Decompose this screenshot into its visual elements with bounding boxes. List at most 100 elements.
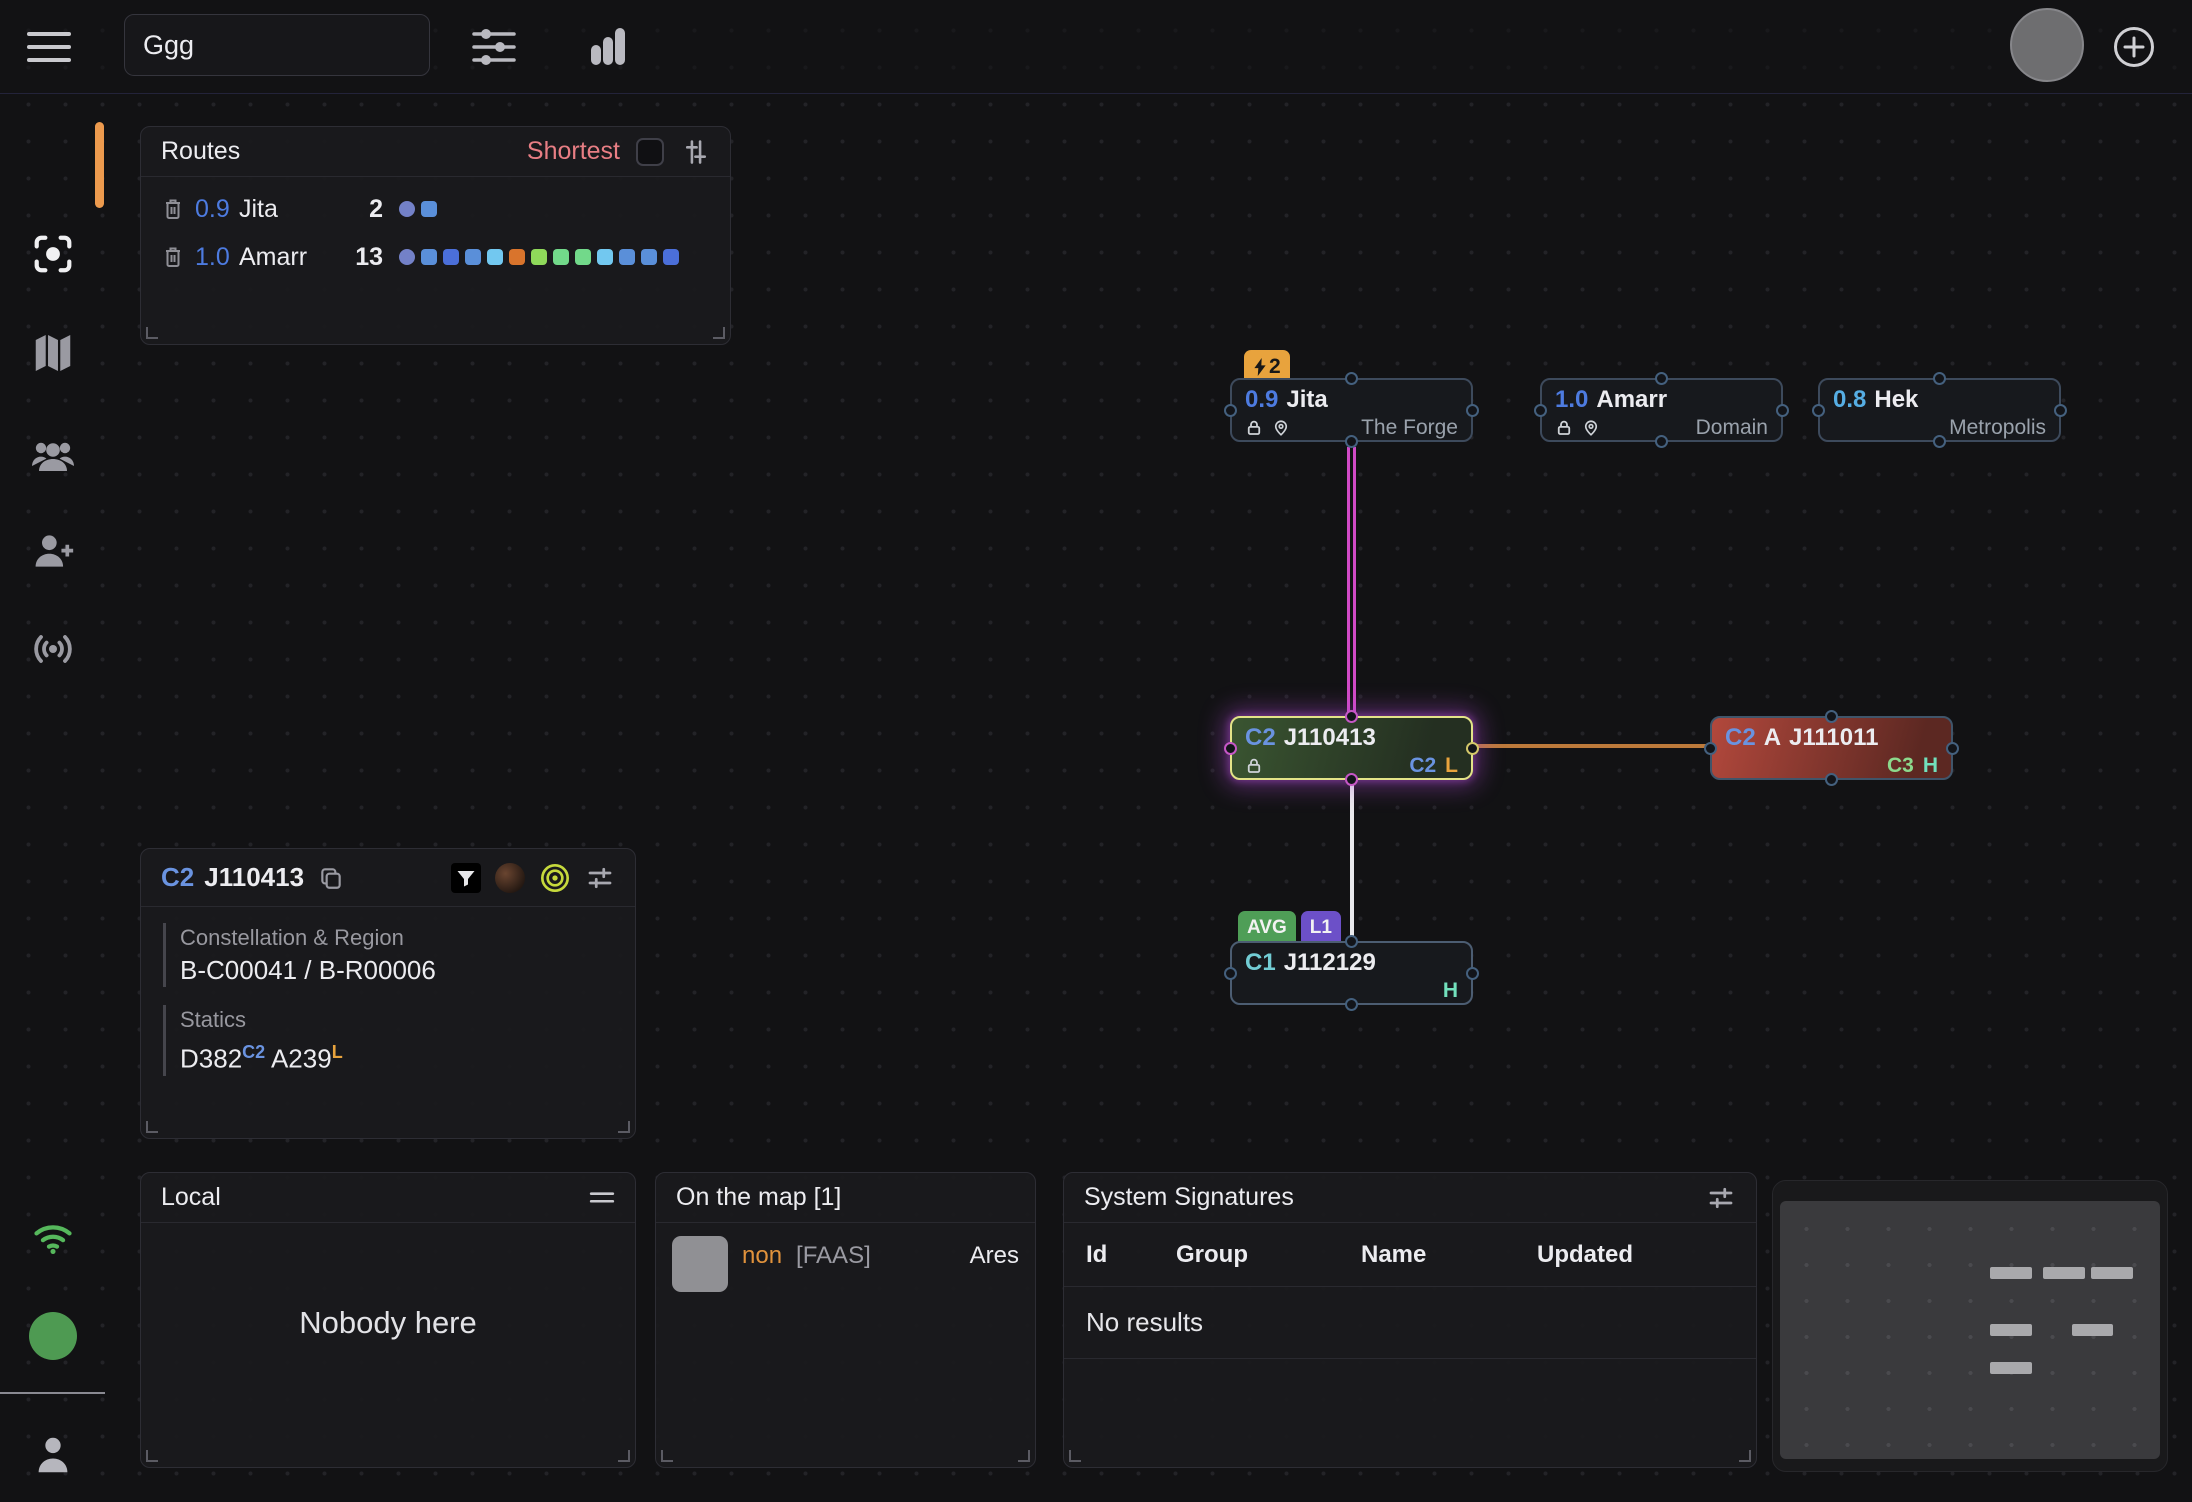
autopilot-target-icon[interactable]	[539, 862, 571, 894]
system-settings-icon[interactable]	[585, 863, 615, 893]
node-handle-right[interactable]	[1776, 404, 1789, 417]
signatures-column-header[interactable]: Group	[1176, 1241, 1361, 1269]
node-handle-top[interactable]	[1933, 372, 1946, 385]
edge-j110413-j112129[interactable]	[1350, 778, 1354, 942]
statics-label: Statics	[180, 1005, 613, 1035]
resize-handle-bottom-right[interactable]	[713, 327, 725, 339]
system-name: J112129	[1284, 949, 1376, 977]
resize-handle-bottom-left[interactable]	[661, 1450, 673, 1462]
resize-handle-bottom-left[interactable]	[146, 327, 158, 339]
edge-jita-j110413[interactable]	[1347, 447, 1356, 717]
local-list-options-icon[interactable]	[589, 1188, 615, 1208]
system-name: Hek	[1874, 386, 1918, 414]
minimap[interactable]	[1772, 1180, 2168, 1472]
resize-handle-bottom-right[interactable]	[618, 1121, 630, 1133]
static-code: A239	[271, 1044, 332, 1074]
signatures-settings-icon[interactable]	[1706, 1183, 1736, 1213]
node-handle-right[interactable]	[1466, 404, 1479, 417]
user-avatar[interactable]	[2010, 8, 2084, 82]
signatures-column-header[interactable]: Name	[1361, 1241, 1537, 1269]
resize-handle-bottom-right[interactable]	[1018, 1450, 1030, 1462]
minimap-node-bar	[1990, 1267, 2032, 1279]
minimap-node-bar	[2091, 1267, 2133, 1279]
character-portrait[interactable]	[495, 863, 525, 893]
lightning-icon	[1253, 358, 1267, 376]
node-handle-right[interactable]	[1946, 742, 1959, 755]
top-bar	[0, 0, 2192, 94]
pilot-row[interactable]: non [FAAS] Ares	[656, 1223, 1035, 1305]
on-the-map-title: On the map [1]	[676, 1183, 1015, 1212]
node-handle-left[interactable]	[1224, 404, 1237, 417]
node-handle-right[interactable]	[1466, 967, 1479, 980]
signatures-column-header[interactable]: Updated	[1537, 1241, 1734, 1269]
minimap-canvas[interactable]	[1780, 1201, 2160, 1459]
node-handle-left[interactable]	[1812, 404, 1825, 417]
node-handle-left[interactable]	[1224, 967, 1237, 980]
sidebar-item-tracking[interactable]	[0, 231, 105, 277]
system-node-j111011[interactable]: C2 A J111011 C3 H	[1710, 716, 1953, 780]
node-handle-bottom[interactable]	[1655, 435, 1668, 448]
node-handle-left[interactable]	[1534, 404, 1547, 417]
filter-icon[interactable]	[451, 863, 481, 893]
route-row[interactable]: 0.9 Jita 2	[141, 189, 730, 229]
resize-handle-bottom-right[interactable]	[1739, 1450, 1751, 1462]
node-handle-bottom[interactable]	[1345, 998, 1358, 1011]
resize-handle-bottom-left[interactable]	[1069, 1450, 1081, 1462]
static-code: D382	[180, 1044, 242, 1074]
add-icon[interactable]	[2112, 25, 2156, 69]
delete-route-icon[interactable]	[161, 244, 195, 270]
node-handle-bottom[interactable]	[1825, 773, 1838, 786]
resize-handle-bottom-right[interactable]	[618, 1450, 630, 1462]
selected-system-class: C2	[161, 862, 194, 893]
signatures-column-header[interactable]: Id	[1086, 1241, 1176, 1269]
node-handle-bottom[interactable]	[1933, 435, 1946, 448]
menu-icon[interactable]	[26, 29, 72, 65]
map-settings-sliders-icon[interactable]	[472, 27, 516, 67]
node-handle-top[interactable]	[1345, 935, 1358, 948]
sidebar-item-characters[interactable]	[0, 431, 105, 479]
sidebar-item-broadcast[interactable]	[0, 625, 105, 673]
map-name-input[interactable]	[124, 14, 430, 76]
route-segment	[553, 249, 569, 265]
system-node-j110413-selected[interactable]: C2 J110413 C2 L	[1230, 716, 1473, 780]
route-security: 0.9	[195, 195, 239, 224]
routes-settings-icon[interactable]	[682, 138, 710, 166]
focus-icon	[30, 231, 76, 277]
node-handle-right[interactable]	[1466, 742, 1479, 755]
route-segment	[399, 201, 415, 217]
resize-handle-bottom-left[interactable]	[146, 1121, 158, 1133]
wormhole-class: C1	[1245, 949, 1276, 977]
node-handle-bottom[interactable]	[1345, 773, 1358, 786]
route-segment	[531, 249, 547, 265]
system-node-j112129[interactable]: C1 J112129 H	[1230, 941, 1473, 1005]
route-segment	[399, 249, 415, 265]
route-segments	[399, 201, 437, 217]
node-handle-left[interactable]	[1704, 742, 1717, 755]
sidebar-item-maps[interactable]	[0, 330, 105, 376]
constellation-region-section: Constellation & Region B-C00041 / B-R000…	[163, 923, 613, 987]
activity-chart-icon[interactable]	[586, 24, 630, 68]
sidebar-item-profile[interactable]	[0, 1432, 105, 1478]
node-handle-top[interactable]	[1345, 372, 1358, 385]
system-name: J111011	[1789, 724, 1878, 752]
node-handle-top[interactable]	[1345, 710, 1358, 723]
pin-icon	[1272, 419, 1290, 437]
route-row[interactable]: 1.0 Amarr 13	[141, 237, 730, 277]
system-node-amarr[interactable]: 1.0 Amarr Domain	[1540, 378, 1783, 442]
node-handle-bottom[interactable]	[1345, 435, 1358, 448]
pilot-ship-type: Ares	[970, 1242, 1019, 1270]
resize-handle-bottom-left[interactable]	[146, 1450, 158, 1462]
sidebar-item-add-character[interactable]	[0, 529, 105, 573]
system-node-hek[interactable]: 0.8 Hek Metropolis	[1818, 378, 2061, 442]
lock-icon	[1245, 757, 1263, 775]
node-handle-top[interactable]	[1825, 710, 1838, 723]
edge-j110413-j111011[interactable]	[1473, 744, 1710, 748]
copy-icon[interactable]	[318, 865, 344, 891]
node-handle-top[interactable]	[1655, 372, 1668, 385]
node-handle-right[interactable]	[2054, 404, 2067, 417]
node-handle-left[interactable]	[1224, 742, 1237, 755]
shortest-checkbox[interactable]	[636, 138, 664, 166]
signatures-empty-message: No results	[1064, 1287, 1756, 1359]
system-node-jita[interactable]: 0.9 Jita The Forge	[1230, 378, 1473, 442]
delete-route-icon[interactable]	[161, 196, 195, 222]
